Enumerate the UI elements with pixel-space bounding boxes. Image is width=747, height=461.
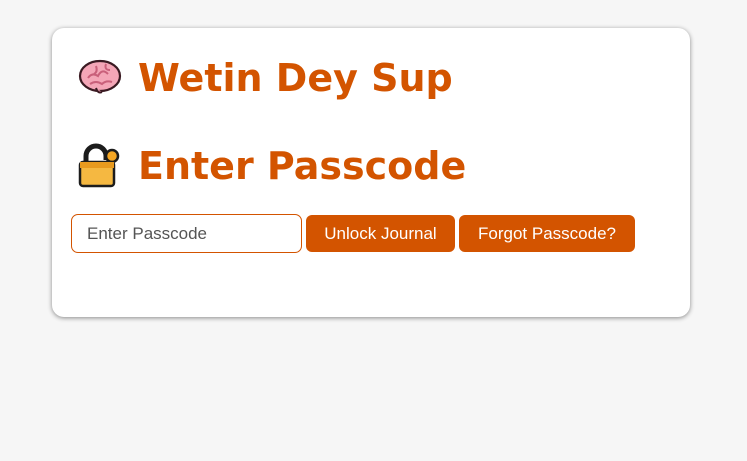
unlocked-padlock-icon [76, 142, 124, 190]
forgot-passcode-button[interactable]: Forgot Passcode? [459, 215, 635, 252]
unlock-journal-button[interactable]: Unlock Journal [306, 215, 455, 252]
passcode-heading-text: Enter Passcode [138, 144, 467, 188]
app-title: Wetin Dey Sup [76, 54, 453, 102]
app-title-text: Wetin Dey Sup [138, 56, 453, 100]
passcode-card: Wetin Dey Sup Enter Passcode Unlock Jour… [52, 28, 690, 317]
passcode-heading: Enter Passcode [76, 142, 466, 190]
passcode-form: Unlock Journal Forgot Passcode? [71, 214, 635, 253]
passcode-input[interactable] [71, 214, 302, 253]
brain-icon [76, 54, 124, 102]
